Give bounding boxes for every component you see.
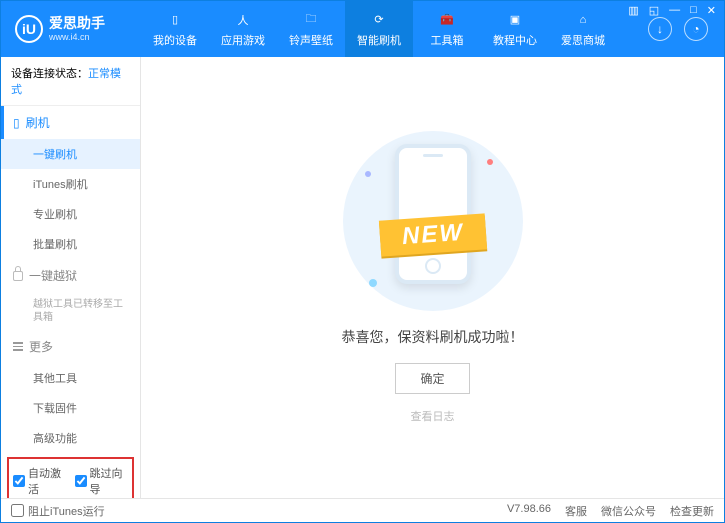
folder-icon: 🗀 — [302, 11, 320, 29]
store-icon: ⌂ — [574, 11, 592, 29]
sidebar-item-advanced[interactable]: 高级功能 — [1, 423, 140, 453]
customer-service-link[interactable]: 客服 — [565, 503, 587, 519]
device-icon: ▯ — [166, 11, 184, 29]
sidebar-item-other-tools[interactable]: 其他工具 — [1, 363, 140, 393]
sidebar-header-flash[interactable]: ▯ 刷机 — [1, 106, 140, 139]
menu-button[interactable]: ▥ — [626, 4, 640, 17]
view-log-link[interactable]: 查看日志 — [411, 408, 455, 424]
version-label: V7.98.66 — [507, 503, 551, 519]
sidebar-header-jailbreak: 一键越狱 — [1, 259, 140, 292]
maximize-button[interactable]: □ — [688, 4, 699, 17]
nav-apps-games[interactable]: 人应用游戏 — [209, 1, 277, 57]
download-button[interactable]: ↓ — [648, 17, 672, 41]
apps-icon: 人 — [234, 11, 252, 29]
toolbox-icon: 🧰 — [438, 11, 456, 29]
sidebar-item-pro-flash[interactable]: 专业刷机 — [1, 199, 140, 229]
nav-store[interactable]: ⌂爱思商城 — [549, 1, 617, 57]
confirm-button[interactable]: 确定 — [395, 363, 469, 394]
tutorial-icon: ▣ — [506, 11, 524, 29]
connection-status: 设备连接状态：正常模式 — [1, 57, 140, 106]
minimize-button[interactable]: — — [667, 4, 682, 17]
nav-toolbox[interactable]: 🧰工具箱 — [413, 1, 481, 57]
logo-icon: iU — [15, 15, 43, 43]
refresh-icon: ⟳ — [370, 11, 388, 29]
success-message: 恭喜您，保资料刷机成功啦！ — [342, 327, 524, 347]
success-illustration: NEW — [343, 131, 523, 311]
check-update-link[interactable]: 检查更新 — [670, 503, 714, 519]
nav-tutorials[interactable]: ▣教程中心 — [481, 1, 549, 57]
sidebar-item-batch-flash[interactable]: 批量刷机 — [1, 229, 140, 259]
wechat-link[interactable]: 微信公众号 — [601, 503, 656, 519]
sidebar-item-itunes-flash[interactable]: iTunes刷机 — [1, 169, 140, 199]
main-content: NEW 恭喜您，保资料刷机成功啦！ 确定 查看日志 — [141, 57, 724, 498]
jailbreak-note: 越狱工具已转移至工具箱 — [1, 292, 140, 330]
logo-area: iU 爱思助手 www.i4.cn — [1, 15, 141, 43]
user-button[interactable]: ◔ — [684, 17, 708, 41]
nav-my-device[interactable]: ▯我的设备 — [141, 1, 209, 57]
sidebar-item-oneclick-flash[interactable]: 一键刷机 — [1, 139, 140, 169]
nav-ringtones[interactable]: 🗀铃声壁纸 — [277, 1, 345, 57]
checkbox-skip-guide[interactable]: 跳过向导 — [75, 465, 129, 497]
sidebar: 设备连接状态：正常模式 ▯ 刷机 一键刷机 iTunes刷机 专业刷机 批量刷机… — [1, 57, 141, 498]
sidebar-header-more[interactable]: 更多 — [1, 330, 140, 363]
phone-icon — [395, 144, 471, 284]
titlebar: iU 爱思助手 www.i4.cn ▯我的设备 人应用游戏 🗀铃声壁纸 ⟳智能刷… — [1, 1, 724, 57]
main-nav: ▯我的设备 人应用游戏 🗀铃声壁纸 ⟳智能刷机 🧰工具箱 ▣教程中心 ⌂爱思商城 — [141, 1, 648, 57]
app-name: 爱思助手 — [49, 16, 105, 31]
footer: 阻止iTunes运行 V7.98.66 客服 微信公众号 检查更新 — [1, 498, 724, 522]
sidebar-item-download-firmware[interactable]: 下载固件 — [1, 393, 140, 423]
checkbox-auto-activate[interactable]: 自动激活 — [13, 465, 67, 497]
lock-icon — [13, 271, 23, 281]
checkbox-block-itunes[interactable]: 阻止iTunes运行 — [11, 503, 105, 519]
close-button[interactable]: ✕ — [705, 4, 718, 17]
window-controls: ▥ ◱ — □ ✕ — [626, 4, 718, 17]
nav-smart-flash[interactable]: ⟳智能刷机 — [345, 1, 413, 57]
skin-button[interactable]: ◱ — [647, 4, 661, 17]
app-url: www.i4.cn — [49, 32, 105, 42]
options-highlight: 自动激活 跳过向导 — [7, 457, 134, 498]
hamburger-icon — [13, 342, 23, 351]
